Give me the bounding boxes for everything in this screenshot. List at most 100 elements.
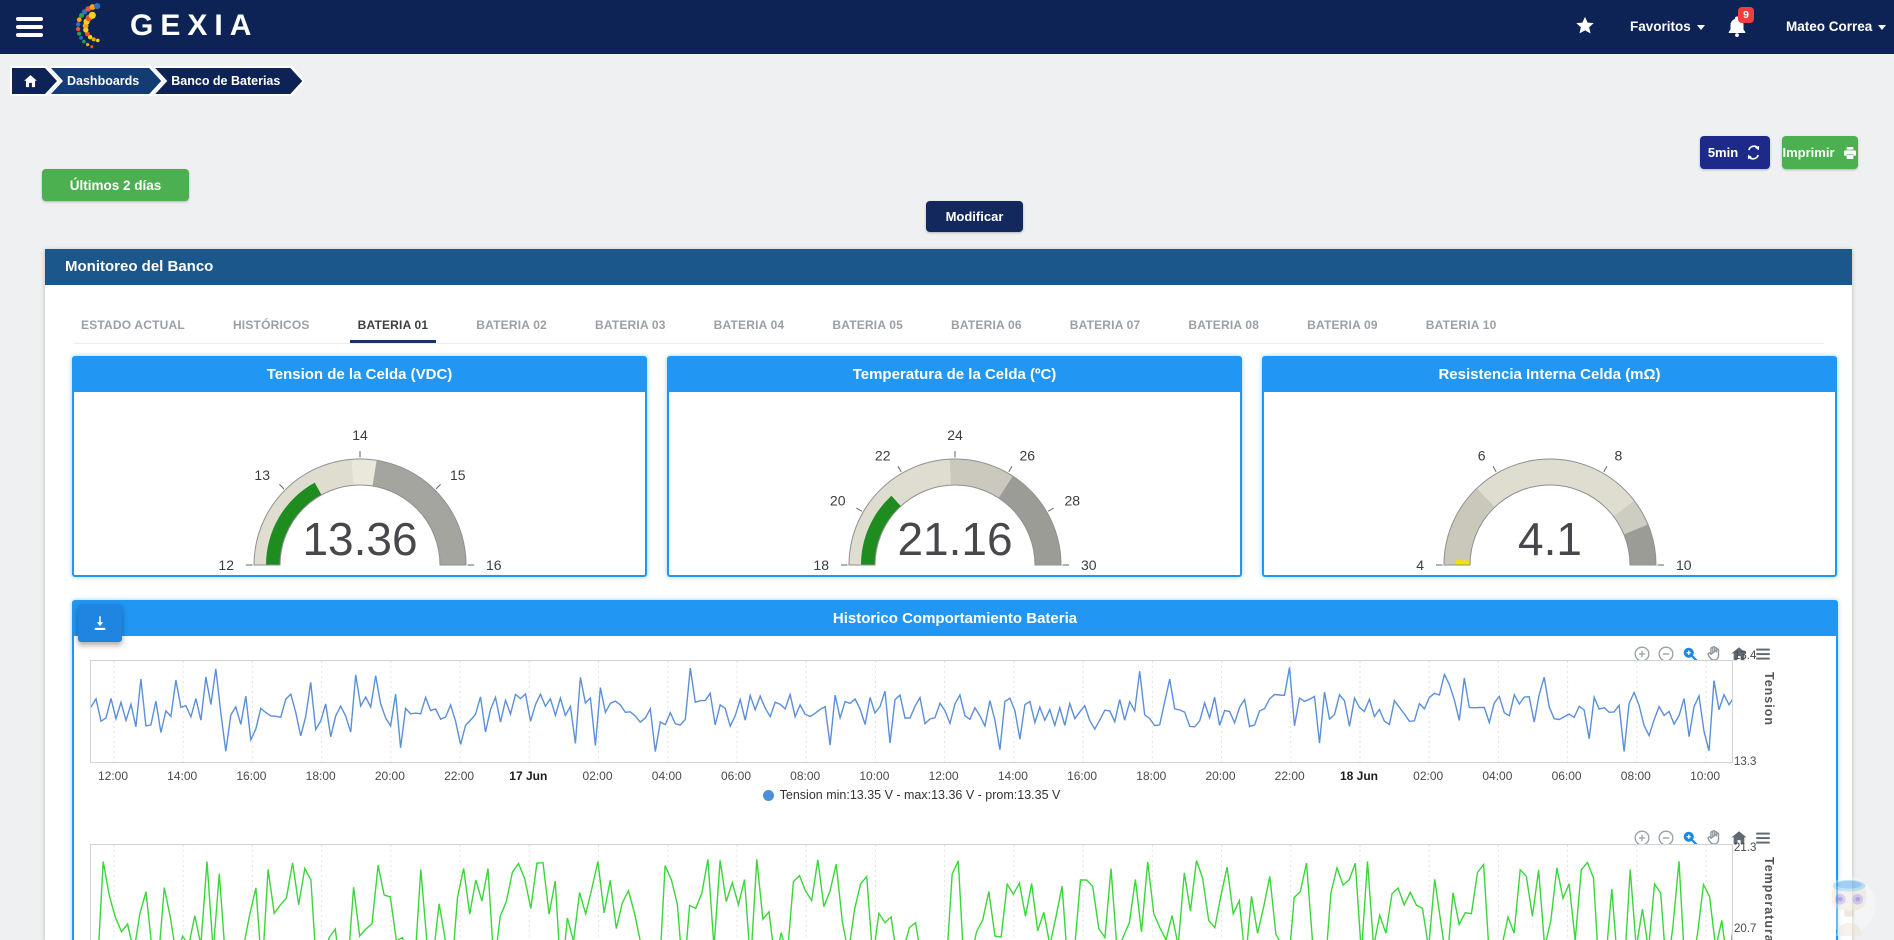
- x-tick-label: 06:00: [1532, 769, 1602, 783]
- x-tick-label: 02:00: [1393, 769, 1463, 783]
- svg-text:18: 18: [813, 557, 829, 573]
- legend-dot: [763, 790, 774, 801]
- tab-bateria-02[interactable]: BATERIA 02: [468, 311, 555, 343]
- download-button[interactable]: [78, 604, 122, 642]
- gauge-dial: 1820222426283021.16: [669, 392, 1240, 575]
- gauge-title: Resistencia Interna Celda (mΩ): [1264, 358, 1835, 392]
- temperatura-ymin-label: 20.7: [1734, 923, 1756, 935]
- breadcrumb-home[interactable]: [12, 68, 57, 94]
- x-tick-label: 04:00: [632, 769, 702, 783]
- x-tick-label: 10:00: [1670, 769, 1740, 783]
- modify-button[interactable]: Modificar: [926, 201, 1023, 232]
- gauge-title: Temperatura de la Celda (ºC): [669, 358, 1240, 392]
- x-tick-label: 22:00: [1255, 769, 1325, 783]
- svg-text:13: 13: [254, 467, 270, 483]
- print-button[interactable]: Imprimir: [1782, 136, 1858, 169]
- tab-bateria-01[interactable]: BATERIA 01: [350, 311, 437, 343]
- x-tick-label: 08:00: [770, 769, 840, 783]
- x-tick-label: 17 Jun: [493, 769, 563, 783]
- temperatura-ymax-label: 21.3: [1734, 842, 1756, 854]
- user-menu[interactable]: Mateo Correa: [1786, 19, 1886, 34]
- gauge-card-2: Temperatura de la Celda (ºC)182022242628…: [667, 356, 1242, 577]
- svg-text:24: 24: [947, 427, 963, 443]
- menu-bars-icon[interactable]: [1754, 829, 1772, 847]
- x-tick-label: 20:00: [1186, 769, 1256, 783]
- x-tick-label: 10:00: [839, 769, 909, 783]
- chevron-down-icon: [1697, 25, 1705, 30]
- favorites-menu[interactable]: Favoritos: [1630, 19, 1705, 34]
- svg-text:6: 6: [1477, 448, 1485, 464]
- monitor-panel: Monitoreo del Banco ESTADO ACTUAL HISTÓRI…: [45, 249, 1852, 940]
- breadcrumb-dashboards[interactable]: Dashboards: [51, 68, 161, 94]
- svg-text:10: 10: [1676, 557, 1692, 573]
- battery-tabs: ESTADO ACTUAL HISTÓRICOS BATERIA 01 BATERIA…: [73, 311, 1824, 344]
- menu-bars-icon[interactable]: [1754, 645, 1772, 663]
- gauge-card-1: Tension de la Celda (VDC)121314151613.36: [72, 356, 647, 577]
- brand-logo: GEXIA: [130, 9, 258, 43]
- x-tick-label: 16:00: [216, 769, 286, 783]
- x-tick-label: 06:00: [701, 769, 771, 783]
- temperatura-plot[interactable]: [90, 844, 1733, 940]
- history-chart-panel: Historico Comportamiento Bateria 13.4 Te…: [72, 600, 1838, 940]
- svg-text:30: 30: [1081, 557, 1097, 573]
- breadcrumb: Dashboards Banco de Baterias: [10, 66, 304, 96]
- svg-text:12: 12: [218, 557, 234, 573]
- x-tick-label: 14:00: [147, 769, 217, 783]
- svg-text:16: 16: [486, 557, 502, 573]
- gauge-card-3: Resistencia Interna Celda (mΩ) 4 6 8 10 4.1: [1262, 356, 1837, 577]
- x-tick-label: 02:00: [563, 769, 633, 783]
- svg-text:21.16: 21.16: [897, 513, 1012, 565]
- x-tick-label: 22:00: [424, 769, 494, 783]
- svg-text:26: 26: [1019, 448, 1035, 464]
- tab-bateria-09[interactable]: BATERIA 09: [1299, 311, 1386, 343]
- svg-text:8: 8: [1614, 448, 1622, 464]
- svg-text:4: 4: [1416, 557, 1424, 573]
- time-range-button[interactable]: Últimos 2 días: [42, 169, 189, 201]
- svg-text:20: 20: [829, 493, 845, 509]
- x-tick-label: 12:00: [78, 769, 148, 783]
- printer-icon: [1842, 145, 1858, 161]
- chat-robot-icon[interactable]: [1820, 874, 1878, 938]
- svg-text:15: 15: [450, 467, 466, 483]
- tension-legend: Tension min:13.35 V - max:13.36 V - prom…: [90, 788, 1733, 802]
- svg-text:4.1: 4.1: [1518, 513, 1582, 565]
- tension-plot[interactable]: [90, 660, 1733, 763]
- panel-title: Monitoreo del Banco: [45, 249, 1852, 285]
- tab-bateria-05[interactable]: BATERIA 05: [824, 311, 911, 343]
- x-tick-label: 18 Jun: [1324, 769, 1394, 783]
- gauge-title: Tension de la Celda (VDC): [74, 358, 645, 392]
- x-tick-label: 18:00: [286, 769, 356, 783]
- top-navbar: GEXIA Favoritos 9 Mateo Correa: [0, 0, 1894, 54]
- star-icon[interactable]: [1574, 15, 1596, 37]
- tab-históricos[interactable]: HISTÓRICOS: [225, 311, 318, 343]
- tension-x-axis: 12:0014:0016:0018:0020:0022:0017 Jun02:0…: [90, 769, 1733, 785]
- tab-bateria-06[interactable]: BATERIA 06: [943, 311, 1030, 343]
- history-panel-title: Historico Comportamiento Bateria: [74, 602, 1836, 636]
- tension-ymin-label: 13.3: [1734, 756, 1756, 768]
- gauge-dial: 4 6 8 10 4.1: [1264, 392, 1835, 575]
- tab-bateria-03[interactable]: BATERIA 03: [587, 311, 674, 343]
- tab-bateria-07[interactable]: BATERIA 07: [1062, 311, 1149, 343]
- chevron-down-icon: [1878, 25, 1886, 30]
- x-tick-label: 20:00: [355, 769, 425, 783]
- tab-bateria-08[interactable]: BATERIA 08: [1180, 311, 1267, 343]
- x-tick-label: 16:00: [1047, 769, 1117, 783]
- svg-text:14: 14: [352, 427, 368, 443]
- notification-badge: 9: [1738, 7, 1754, 23]
- refresh-icon: [1745, 144, 1762, 161]
- breadcrumb-banco-de-baterias[interactable]: Banco de Baterias: [155, 68, 302, 94]
- x-tick-label: 18:00: [1116, 769, 1186, 783]
- gauges-row: Tension de la Celda (VDC)121314151613.36…: [72, 356, 1837, 577]
- temperatura-axis-title: Temperatura: [1762, 857, 1776, 940]
- refresh-interval-button[interactable]: 5min: [1700, 136, 1770, 169]
- tab-estado-actual[interactable]: ESTADO ACTUAL: [73, 311, 193, 343]
- menu-icon[interactable]: [16, 17, 43, 37]
- tab-bateria-10[interactable]: BATERIA 10: [1418, 311, 1505, 343]
- x-tick-label: 04:00: [1462, 769, 1532, 783]
- brand-logo-dots-icon: [64, 2, 130, 54]
- tab-bateria-04[interactable]: BATERIA 04: [706, 311, 793, 343]
- tension-ymax-label: 13.4: [1734, 650, 1756, 662]
- tension-axis-title: Tension: [1762, 672, 1776, 726]
- gauge-dial: 121314151613.36: [74, 392, 645, 575]
- x-tick-label: 08:00: [1601, 769, 1671, 783]
